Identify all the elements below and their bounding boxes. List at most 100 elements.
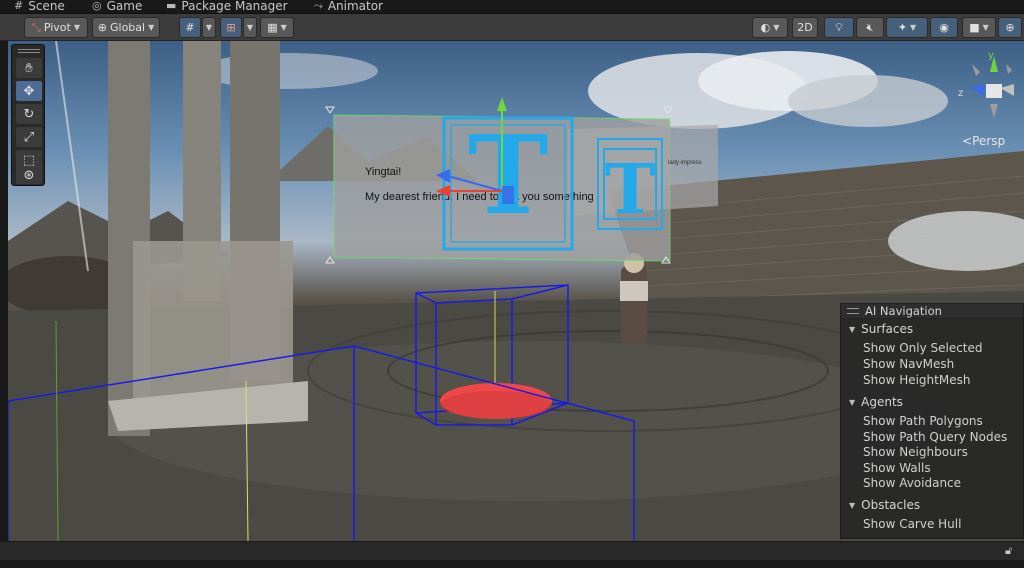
tab-animator[interactable]: ⤳ Animator <box>314 0 383 14</box>
transform-icon: ⊛ <box>23 167 35 183</box>
tool-palette: ✋︎ ✥ ↻ ⤢ ⬚ ⊛ <box>11 44 45 186</box>
pivot-icon: ⤡ <box>32 20 41 34</box>
window-tab-bar: # Scene ◎ Game ▬ Package Manager ⤳ Anima… <box>0 0 1024 14</box>
option-show-heightmesh[interactable]: Show HeightMesh <box>863 373 970 387</box>
animator-icon: ⤳ <box>314 0 323 12</box>
option-show-carve-hull[interactable]: Show Carve Hull <box>863 517 961 531</box>
chevron-left-icon: < <box>962 134 973 148</box>
grid-snap-button[interactable]: # <box>179 17 201 38</box>
section-obstacles[interactable]: ▼ Obstacles <box>849 498 920 512</box>
dialog-name-text: Yingtai! <box>365 166 401 178</box>
side-canvas-label: lady impress <box>668 160 702 166</box>
effects-icon: ✦ <box>897 21 908 34</box>
draw-mode-dropdown[interactable]: ◐ ▼ <box>752 17 788 38</box>
rotate-tool-button[interactable]: ↻ <box>16 104 42 124</box>
increment-snap-icon: ⊞ <box>226 21 236 34</box>
status-bar <box>0 541 1024 560</box>
ai-navigation-overlay: AI Navigation ▼ Surfaces Show Only Selec… <box>840 303 1024 539</box>
gizmo-y-label: y <box>988 50 994 61</box>
chevron-down-icon: ▼ <box>205 23 213 32</box>
chevron-down-icon: ▼ <box>280 23 287 32</box>
section-label: Agents <box>861 395 903 409</box>
unity-editor: # Scene ◎ Game ▬ Package Manager ⤳ Anima… <box>0 0 1024 568</box>
tab-label: Game <box>106 0 143 13</box>
tab-label: Scene <box>28 0 65 13</box>
hand-icon: ✋︎ <box>25 60 33 76</box>
tab-game[interactable]: ◎ Game <box>92 0 142 14</box>
triangle-down-icon: ▼ <box>849 500 856 510</box>
grid-icon: ▦ <box>267 21 278 34</box>
audio-toggle-button[interactable]: 🔇︎ <box>856 17 884 38</box>
global-dropdown[interactable]: ⊕ Global ▼ <box>92 17 160 38</box>
grid-snap-dropdown[interactable]: ▼ <box>202 17 216 38</box>
pivot-label: Pivot <box>43 21 71 34</box>
pivot-dropdown[interactable]: ⤡ Pivot ▼ <box>24 17 88 38</box>
hidden-objects-toggle[interactable]: ◉ <box>930 17 958 38</box>
move-tool-button[interactable]: ✥ <box>16 81 42 101</box>
transform-tool-button[interactable]: ⊛ <box>16 166 42 184</box>
camera-settings-dropdown[interactable]: ■ ▼ <box>962 17 996 38</box>
option-show-path-query-nodes[interactable]: Show Path Query Nodes <box>863 430 1007 444</box>
triangle-down-icon: ▼ <box>849 324 856 334</box>
chevron-down-icon: ▼ <box>910 23 917 32</box>
chevron-down-icon: ▼ <box>773 23 780 32</box>
tab-scene[interactable]: # Scene <box>14 0 65 14</box>
option-show-path-polygons[interactable]: Show Path Polygons <box>863 414 983 428</box>
lightbulb-icon: 💡︎ <box>835 20 843 34</box>
hand-tool-button[interactable]: ✋︎ <box>16 58 42 78</box>
orientation-gizmo[interactable]: y z <box>950 44 1022 144</box>
option-show-only-selected[interactable]: Show Only Selected <box>863 341 983 355</box>
increment-snap-dropdown[interactable]: ▼ <box>243 17 257 38</box>
gizmo-z-label: z <box>958 88 963 99</box>
triangle-down-icon: ▼ <box>849 397 856 407</box>
camera-icon: ■ <box>969 21 980 34</box>
bottom-bar <box>0 560 1024 568</box>
chevron-down-icon: ▼ <box>982 23 989 32</box>
gizmos-toggle-button[interactable]: ⊕ <box>998 17 1022 38</box>
hash-icon: # <box>14 0 24 12</box>
lock-icon[interactable]: 🔓︎ <box>1005 544 1012 558</box>
tab-label: Package Manager <box>181 0 288 13</box>
rotate-icon: ↻ <box>23 106 35 122</box>
2d-label: 2D <box>797 21 813 34</box>
increment-snap-button[interactable]: ⊞ <box>220 17 242 38</box>
option-show-walls[interactable]: Show Walls <box>863 461 931 475</box>
speaker-muted-icon: 🔇︎ <box>866 20 874 34</box>
option-show-neighbours[interactable]: Show Neighbours <box>863 445 968 459</box>
persp-label: Persp <box>972 134 1006 148</box>
tab-label: Animator <box>327 0 383 13</box>
chevron-down-icon: ▼ <box>148 23 155 32</box>
gamepad-icon: ◎ <box>92 0 102 12</box>
projection-toggle[interactable]: <Persp <box>962 134 1005 148</box>
text-glyph-large: T <box>468 113 548 239</box>
gizmo-globe-icon: ⊕ <box>1005 21 1015 34</box>
scale-icon: ⤢ <box>23 129 35 145</box>
grid-snap-icon: # <box>185 21 195 34</box>
package-icon: ▬ <box>166 0 177 12</box>
drag-grip-icon[interactable] <box>18 49 40 53</box>
global-label: Global <box>109 21 146 34</box>
section-agents[interactable]: ▼ Agents <box>849 395 903 409</box>
2d-toggle-button[interactable]: 2D <box>792 17 818 38</box>
menu-icon <box>847 308 859 314</box>
option-show-avoidance[interactable]: Show Avoidance <box>863 476 961 490</box>
section-label: Obstacles <box>861 498 921 512</box>
globe-icon: ⊕ <box>97 21 107 34</box>
effects-dropdown[interactable]: ✦ ▼ <box>886 17 928 38</box>
eye-off-icon: ◉ <box>939 21 949 34</box>
text-glyph-small: T <box>605 150 656 230</box>
scale-tool-button[interactable]: ⤢ <box>16 127 42 147</box>
scene-toolbar: ⤡ Pivot ▼ ⊕ Global ▼ # ▼ ⊞ ▼ ▦ ▼ ◐ ▼ 2D … <box>0 14 1024 41</box>
lighting-toggle-button[interactable]: 💡︎ <box>824 17 854 38</box>
shaded-sphere-icon: ◐ <box>760 21 771 34</box>
ai-navigation-header[interactable]: AI Navigation <box>841 304 1023 319</box>
move-icon: ✥ <box>23 83 35 99</box>
chevron-down-icon: ▼ <box>246 23 254 32</box>
option-show-navmesh[interactable]: Show NavMesh <box>863 357 954 371</box>
grid-visibility-dropdown[interactable]: ▦ ▼ <box>260 17 294 38</box>
tab-package-manager[interactable]: ▬ Package Manager <box>166 0 288 14</box>
section-surfaces[interactable]: ▼ Surfaces <box>849 322 913 336</box>
section-label: Surfaces <box>861 322 914 336</box>
ai-navigation-title: AI Navigation <box>865 304 942 318</box>
chevron-down-icon: ▼ <box>73 23 80 32</box>
